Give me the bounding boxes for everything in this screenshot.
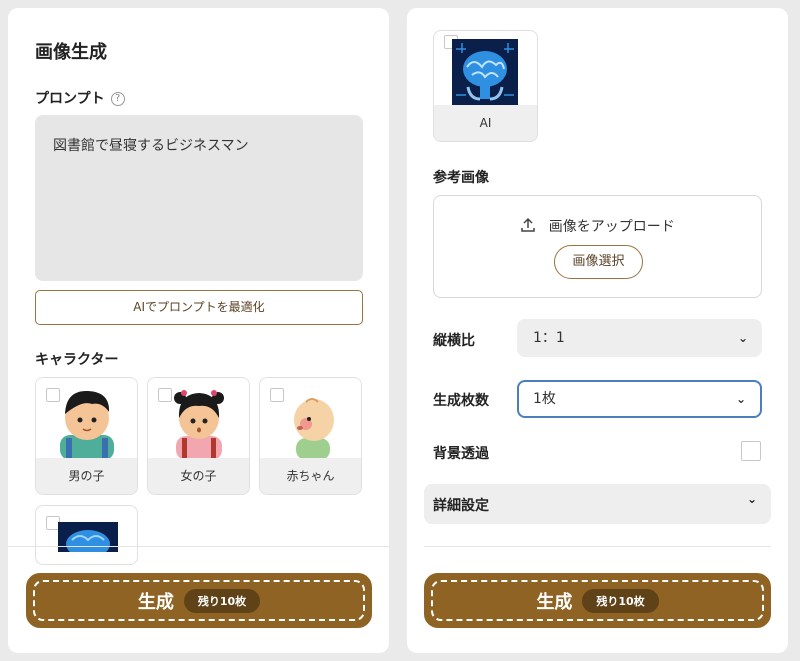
character-card-ai[interactable]: [35, 505, 138, 565]
character-label-girl: 女の子: [148, 458, 249, 494]
prompt-input[interactable]: 図書館で昼寝するビジネスマン: [35, 115, 363, 281]
character-checkbox[interactable]: [270, 388, 284, 402]
upload-row: 画像をアップロード: [434, 216, 761, 236]
generate-button[interactable]: 生成 残り10枚: [424, 573, 771, 628]
image-generation-panel: 画像生成 プロンプト? 図書館で昼寝するビジネスマン AIでプロンプトを最適化 …: [8, 8, 389, 653]
remaining-badge: 残り10枚: [183, 588, 261, 613]
divider: [8, 546, 389, 547]
chevron-down-icon: ⌄: [735, 392, 746, 406]
character-label-boy: 男の子: [36, 458, 137, 494]
select-image-button[interactable]: 画像選択: [554, 245, 643, 279]
image-count-select[interactable]: 1枚 ⌄: [517, 380, 762, 418]
advanced-settings-label: 詳細設定: [433, 498, 489, 514]
prompt-label-row: プロンプト?: [35, 88, 125, 108]
generate-label: 生成: [137, 591, 174, 613]
character-label-baby: 赤ちゃん: [260, 458, 361, 494]
aspect-ratio-select[interactable]: 1：1 ⌄: [517, 319, 762, 357]
image-count-label: 生成枚数: [433, 393, 489, 409]
chevron-down-icon: ⌄: [737, 331, 748, 345]
character-checkbox[interactable]: [46, 388, 60, 402]
ai-card-label: AI: [434, 105, 537, 141]
character-card-boy[interactable]: 男の子: [35, 377, 138, 495]
remaining-badge: 残り10枚: [582, 588, 659, 613]
character-card-ai[interactable]: AI: [433, 30, 538, 142]
advanced-settings-toggle[interactable]: 詳細設定 ⌄: [424, 484, 771, 524]
character-card-girl[interactable]: 女の子: [147, 377, 250, 495]
character-checkbox[interactable]: [158, 388, 172, 402]
generate-label: 生成: [536, 591, 573, 613]
generate-button[interactable]: 生成 残り10枚: [26, 573, 372, 628]
upload-icon: [520, 217, 548, 235]
character-label: キャラクター: [35, 352, 119, 368]
aspect-ratio-label: 縦横比: [433, 333, 475, 349]
help-icon[interactable]: ?: [110, 92, 125, 106]
page-title: 画像生成: [35, 42, 107, 63]
brain-icon: [452, 39, 518, 109]
aspect-ratio-value: 1：1: [533, 330, 565, 346]
chevron-down-icon: ⌄: [746, 492, 757, 506]
background-transparent-checkbox[interactable]: [741, 441, 761, 461]
brain-icon: [58, 522, 118, 558]
divider: [424, 546, 771, 547]
background-transparent-label: 背景透過: [433, 446, 489, 462]
reference-image-label: 参考画像: [433, 170, 489, 186]
settings-panel: AI 参考画像 画像をアップロード 画像選択 縦横比 1：1 ⌄ 生成枚数 1枚…: [407, 8, 788, 653]
image-count-value: 1枚: [533, 391, 556, 407]
optimize-prompt-button[interactable]: AIでプロンプトを最適化: [35, 290, 363, 325]
upload-area[interactable]: 画像をアップロード 画像選択: [433, 195, 762, 298]
character-card-baby[interactable]: 赤ちゃん: [259, 377, 362, 495]
upload-text: 画像をアップロード: [548, 219, 675, 235]
prompt-label: プロンプト: [35, 91, 105, 107]
